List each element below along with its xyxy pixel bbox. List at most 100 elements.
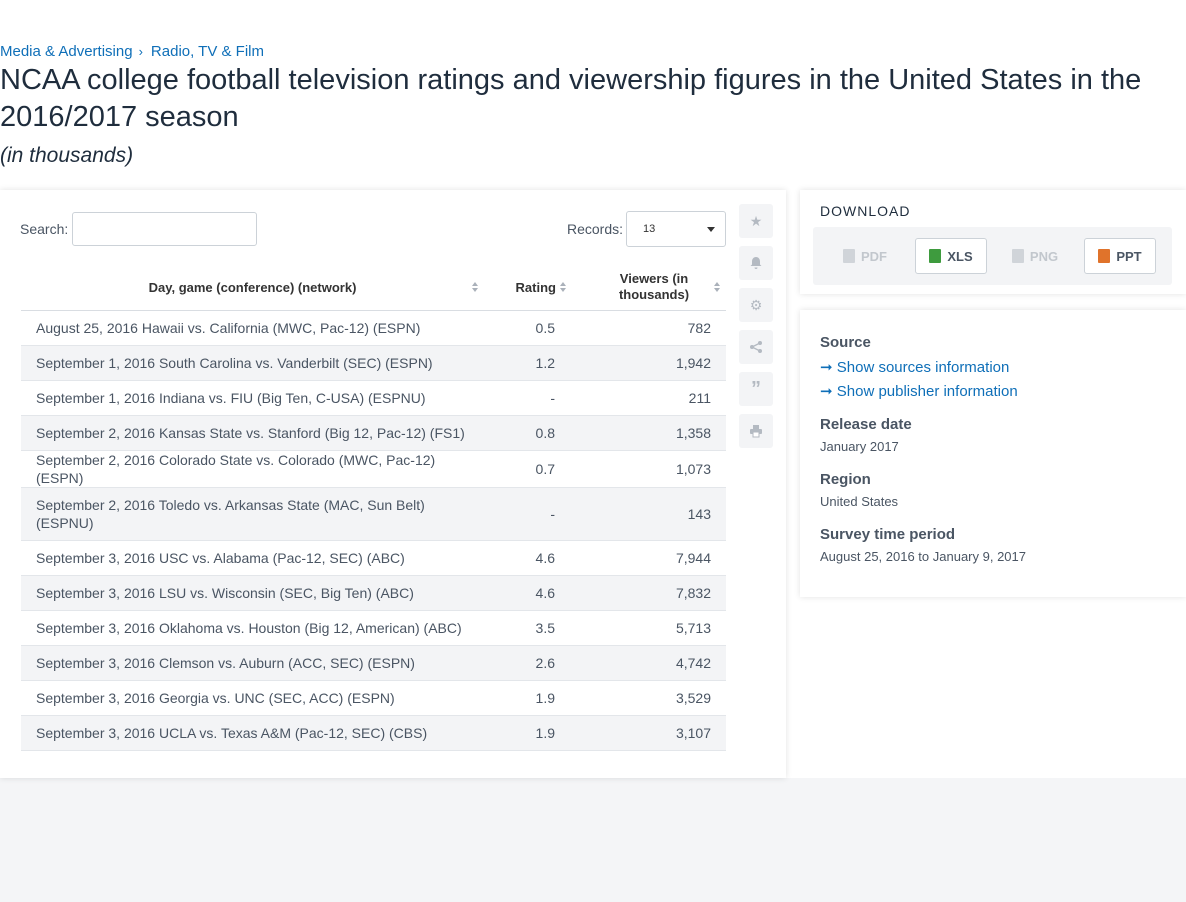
cell-day-game: September 3, 2016 LSU vs. Wisconsin (SEC… (21, 575, 484, 611)
cell-day-game: September 1, 2016 South Carolina vs. Van… (21, 345, 484, 381)
show-sources-link[interactable]: ➞ Show sources information (820, 358, 1009, 376)
arrow-right-icon: ➞ (820, 359, 833, 376)
png-file-icon (1011, 249, 1024, 263)
download-title: DOWNLOAD (820, 203, 911, 219)
cell-rating: 0.5 (484, 310, 570, 346)
column-header-day[interactable]: Day, game (conference) (network) (21, 264, 484, 311)
cell-viewers: 3,529 (570, 680, 726, 716)
breadcrumb-radio-tv-film[interactable]: Radio, TV & Film (151, 43, 264, 60)
cell-day-game: September 3, 2016 UCLA vs. Texas A&M (Pa… (21, 715, 484, 751)
table-row: September 3, 2016 Georgia vs. UNC (SEC, … (21, 680, 726, 716)
source-heading: Source (820, 334, 871, 351)
download-panel: DOWNLOAD PDF XLS PNG PPT (800, 190, 1186, 294)
download-pdf-button[interactable]: PDF (829, 238, 901, 274)
cell-rating: - (484, 380, 570, 416)
notification-button[interactable] (739, 246, 773, 280)
bell-icon (750, 257, 762, 269)
page-background-footer (0, 778, 1186, 902)
cell-rating: 1.9 (484, 680, 570, 716)
cell-day-game: September 3, 2016 Oklahoma vs. Houston (… (21, 610, 484, 646)
cell-day-game: September 2, 2016 Kansas State vs. Stanf… (21, 415, 484, 451)
cell-viewers: 1,358 (570, 415, 726, 451)
sort-icon (560, 282, 566, 292)
cell-day-game: September 3, 2016 Clemson vs. Auburn (AC… (21, 645, 484, 681)
chevron-down-icon (707, 227, 715, 232)
cell-rating: 0.7 (484, 450, 570, 488)
cell-rating: 4.6 (484, 575, 570, 611)
favorite-button[interactable]: ★ (739, 204, 773, 238)
cell-day-game: September 1, 2016 Indiana vs. FIU (Big T… (21, 380, 484, 416)
cell-viewers: 3,107 (570, 715, 726, 751)
print-button[interactable] (739, 414, 773, 448)
cell-viewers: 143 (570, 487, 726, 541)
gear-icon: ⚙ (749, 296, 763, 313)
column-header-viewers[interactable]: Viewers (in thousands) (570, 264, 726, 311)
cell-viewers: 4,742 (570, 645, 726, 681)
page-title: NCAA college football television ratings… (0, 64, 1142, 133)
cell-viewers: 7,832 (570, 575, 726, 611)
cite-button[interactable]: ” (739, 372, 773, 406)
records-select-value: 13 (643, 223, 656, 235)
search-input[interactable] (72, 212, 257, 246)
breadcrumb-media-advertising[interactable]: Media & Advertising (0, 43, 133, 60)
cell-rating: - (484, 487, 570, 541)
side-toolbar: ★ ⚙ ” (739, 204, 773, 456)
table-row: September 1, 2016 South Carolina vs. Van… (21, 345, 726, 381)
unit-subtitle: (in thousands) (0, 144, 134, 167)
survey-period-heading: Survey time period (820, 526, 956, 543)
download-button-bar: PDF XLS PNG PPT (813, 227, 1172, 285)
star-icon: ★ (749, 212, 763, 229)
cell-viewers: 5,713 (570, 610, 726, 646)
search-label: Search: (20, 221, 69, 237)
cell-viewers: 1,073 (570, 450, 726, 488)
share-button[interactable] (739, 330, 773, 364)
table-row: September 3, 2016 Oklahoma vs. Houston (… (21, 610, 726, 646)
cell-rating: 4.6 (484, 540, 570, 576)
data-table: Day, game (conference) (network) Rating … (21, 264, 726, 751)
breadcrumb: Media & Advertising › Radio, TV & Film (0, 43, 264, 60)
download-ppt-button[interactable]: PPT (1084, 238, 1156, 274)
cell-day-game: August 25, 2016 Hawaii vs. California (M… (21, 310, 484, 346)
region-value: United States (820, 494, 899, 509)
cell-viewers: 211 (570, 380, 726, 416)
cell-viewers: 1,942 (570, 345, 726, 381)
share-icon (750, 341, 762, 353)
sort-icon (714, 282, 720, 292)
cell-rating: 0.8 (484, 415, 570, 451)
statistic-info-panel: Source ➞ Show sources information ➞ Show… (800, 310, 1186, 597)
cell-day-game: September 2, 2016 Colorado State vs. Col… (21, 450, 484, 488)
cell-viewers: 782 (570, 310, 726, 346)
statistic-table-panel: Search: Records: 13 Day, game (conferenc… (0, 190, 786, 778)
column-header-rating[interactable]: Rating (484, 264, 570, 311)
cell-rating: 2.6 (484, 645, 570, 681)
table-row: September 2, 2016 Colorado State vs. Col… (21, 450, 726, 488)
table-row: September 2, 2016 Toledo vs. Arkansas St… (21, 487, 726, 541)
download-xls-button[interactable]: XLS (915, 238, 987, 274)
records-select[interactable]: 13 (626, 211, 726, 247)
cell-viewers: 7,944 (570, 540, 726, 576)
table-row: September 2, 2016 Kansas State vs. Stanf… (21, 415, 726, 451)
cell-rating: 1.9 (484, 715, 570, 751)
records-label: Records: (567, 221, 624, 237)
cell-day-game: September 3, 2016 USC vs. Alabama (Pac-1… (21, 540, 484, 576)
cell-day-game: September 2, 2016 Toledo vs. Arkansas St… (21, 487, 484, 541)
pdf-file-icon (843, 249, 855, 263)
cell-rating: 1.2 (484, 345, 570, 381)
quote-icon: ” (751, 377, 761, 400)
print-icon (750, 425, 762, 438)
region-heading: Region (820, 471, 871, 488)
table-row: September 3, 2016 UCLA vs. Texas A&M (Pa… (21, 715, 726, 751)
survey-period-value: August 25, 2016 to January 9, 2017 (820, 549, 1026, 564)
arrow-right-icon: ➞ (820, 383, 833, 400)
table-row: August 25, 2016 Hawaii vs. California (M… (21, 310, 726, 346)
xls-file-icon (929, 249, 942, 263)
table-row: September 1, 2016 Indiana vs. FIU (Big T… (21, 380, 726, 416)
cell-day-game: September 3, 2016 Georgia vs. UNC (SEC, … (21, 680, 484, 716)
table-row: September 3, 2016 LSU vs. Wisconsin (SEC… (21, 575, 726, 611)
settings-button[interactable]: ⚙ (739, 288, 773, 322)
download-png-button[interactable]: PNG (999, 238, 1071, 274)
release-date-value: January 2017 (820, 439, 899, 454)
show-publisher-link[interactable]: ➞ Show publisher information (820, 382, 1018, 400)
ppt-file-icon (1098, 249, 1111, 263)
table-row: September 3, 2016 Clemson vs. Auburn (AC… (21, 645, 726, 681)
